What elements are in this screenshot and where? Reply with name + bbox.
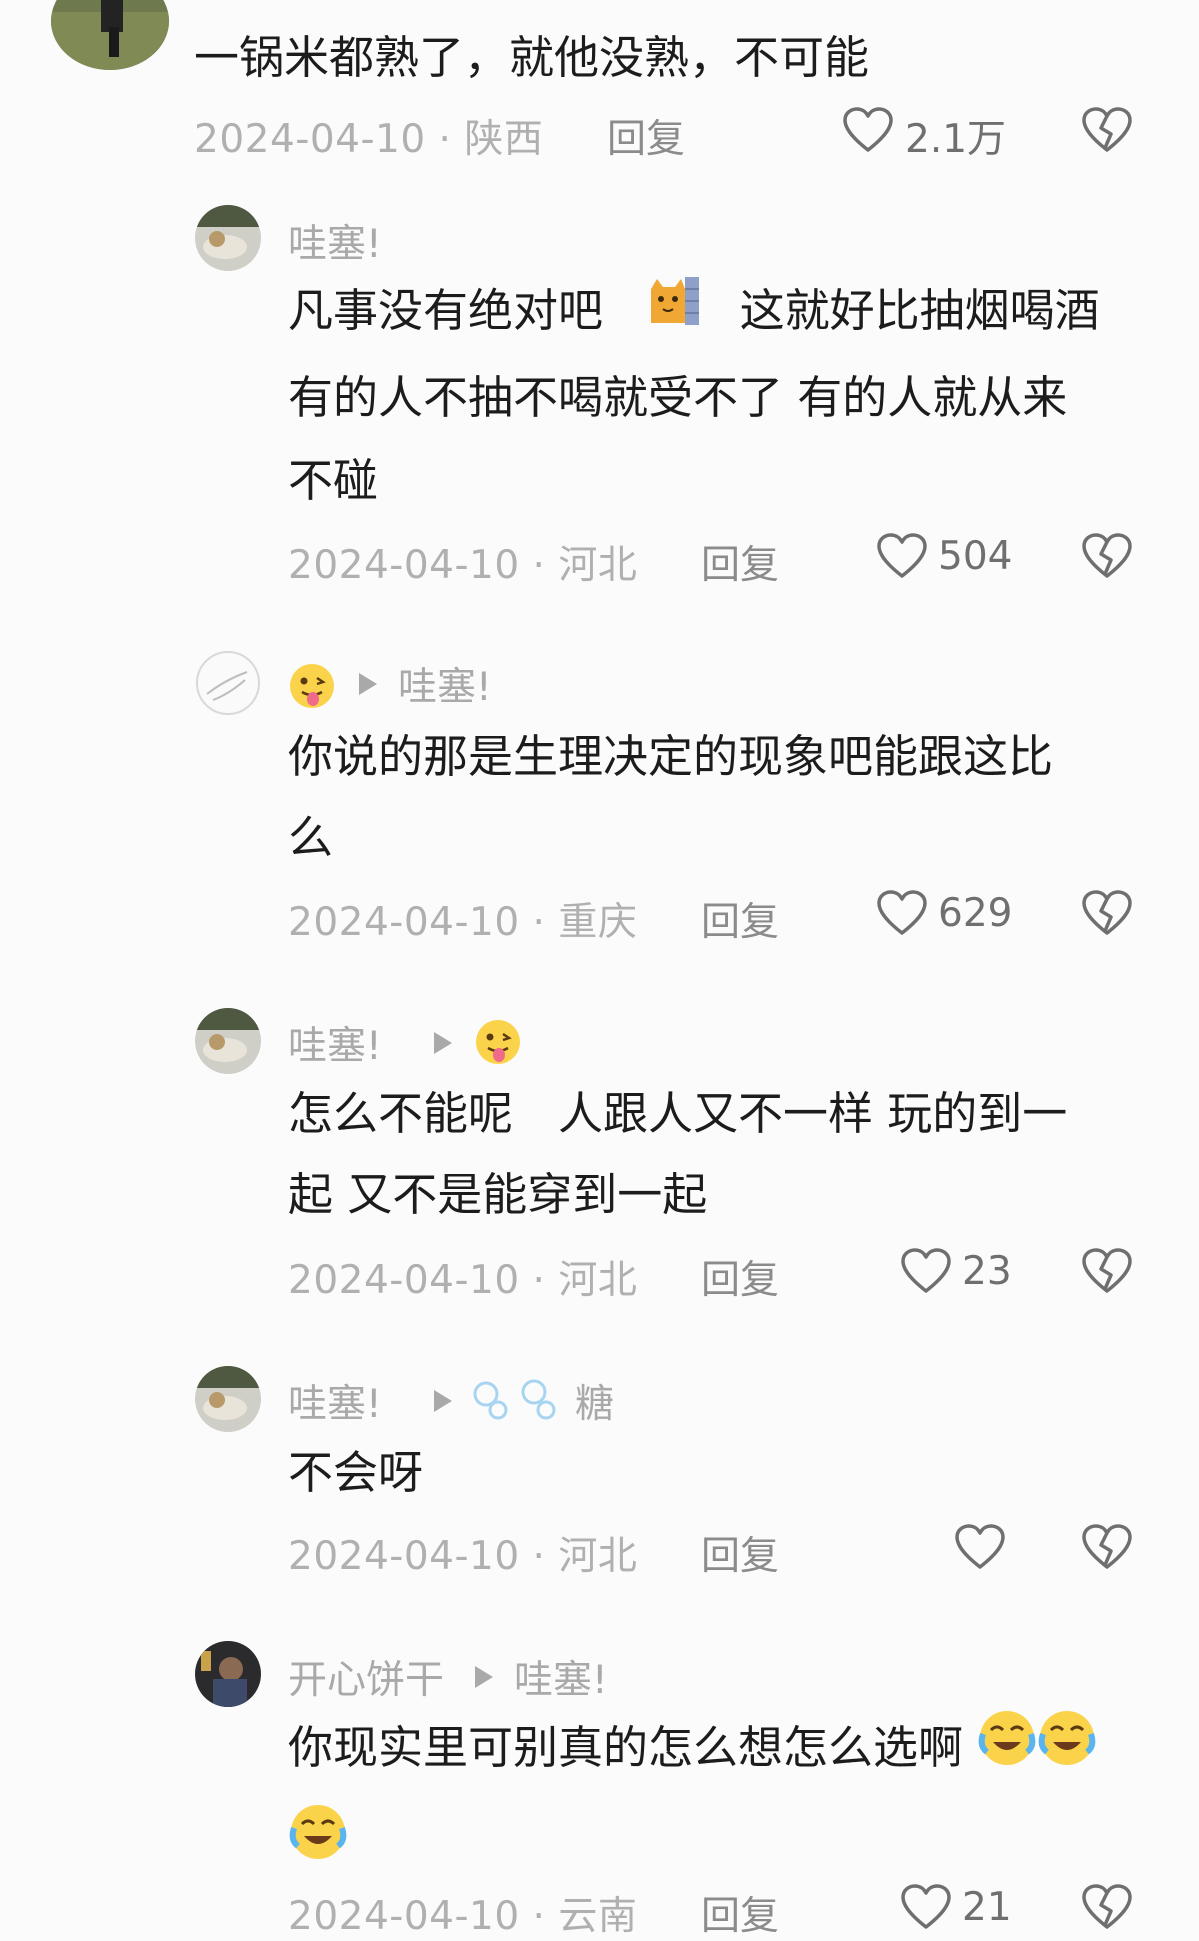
reply-text-line-2: 有的人不抽不喝就受不了 有的人就从来 [288,371,1068,424]
reply-text-part: 凡事没有绝对吧 [288,284,604,337]
like-count: 23 [962,1249,1012,1294]
like-count: 504 [938,534,1013,579]
avatar-reply-1[interactable] [195,205,261,271]
broken-heart-icon[interactable] [1081,889,1133,937]
broken-heart-icon[interactable] [1081,532,1133,580]
reply-to-name[interactable]: 糖 [575,1373,614,1429]
avatar-reply-4[interactable] [195,1366,261,1432]
heart-outline-icon[interactable] [954,1523,1006,1571]
reply-date-location: 2024-04-10 · 河北 [288,1258,638,1303]
reply-date-location: 2024-04-10 · 重庆 [288,900,638,945]
reply-to-name[interactable]: 哇塞! [398,656,492,712]
reply-author-name[interactable]: 哇塞! [288,213,382,269]
reply-button[interactable]: 回复 [607,108,685,164]
heart-outline-icon[interactable] [900,1883,952,1931]
reply-text-line-3: 不碰 [288,454,379,507]
triangle-right-icon [432,1030,454,1056]
reply-date-location: 2024-04-10 · 云南 [288,1894,638,1939]
like-count: 2.1万 [905,117,1007,162]
avatar-reply-2[interactable] [195,650,261,716]
reply-button[interactable]: 回复 [701,891,779,947]
like-count: 629 [938,891,1013,936]
heart-outline-icon[interactable] [876,889,928,937]
reply-to-name[interactable]: 哇塞! [514,1649,608,1705]
tears-of-joy-emoji-icon [977,1708,1037,1794]
comment-text: 一锅米都熟了，就他没熟，不可能 [194,31,870,84]
reply-button[interactable]: 回复 [701,1525,779,1581]
reply-text-part: 这就好比抽烟喝酒 [739,284,1100,337]
heart-outline-icon[interactable] [900,1247,952,1295]
reply-text-line-1: 你现实里可别真的怎么想怎么选啊 [288,1707,1097,1794]
reply-button[interactable]: 回复 [701,1885,779,1941]
cat-wall-emoji-icon [645,273,701,355]
reply-button[interactable]: 回复 [701,534,779,590]
broken-heart-icon[interactable] [1081,1523,1133,1571]
broken-heart-icon[interactable] [1081,1883,1133,1931]
triangle-right-icon [473,1664,495,1690]
reply-button[interactable]: 回复 [701,1249,779,1305]
reply-text-line-1: 凡事没有绝对吧 这就好比抽烟喝酒 [288,270,1100,355]
avatar-reply-3[interactable] [195,1008,261,1074]
reply-text-line-2: 起 又不是能穿到一起 [288,1168,708,1221]
tears-of-joy-emoji-icon [288,1802,348,1866]
reply-text-line-1: 你说的那是生理决定的现象吧能跟这比 [288,730,1054,783]
bubbles-icon [472,1376,572,1428]
broken-heart-icon[interactable] [1081,1247,1133,1295]
heart-outline-icon[interactable] [842,106,894,154]
reply-text-line-2: 么 [288,811,334,864]
heart-outline-icon[interactable] [876,532,928,580]
triangle-right-icon [357,671,379,697]
avatar-reply-5[interactable] [195,1641,261,1707]
reply-date-location: 2024-04-10 · 河北 [288,543,638,588]
reply-author-name[interactable]: 哇塞! [288,1015,382,1071]
avatar-top-comment[interactable] [51,0,169,70]
triangle-right-icon [432,1388,454,1414]
tongue-out-emoji-icon[interactable] [474,1018,522,1070]
reply-text-line-1: 怎么不能呢 人跟人又不一样 玩的到一 [288,1087,1068,1140]
comment-date-location: 2024-04-10 · 陕西 [194,117,544,162]
reply-date-location: 2024-04-10 · 河北 [288,1534,638,1579]
tongue-out-emoji-icon [288,662,336,714]
tears-of-joy-emoji-icon [1037,1708,1097,1794]
broken-heart-icon[interactable] [1081,106,1133,154]
reply-author-name[interactable]: 开心饼干 [288,1649,444,1705]
reply-text-line-1: 不会呀 [288,1446,424,1499]
reply-text-part: 你现实里可别真的怎么想怎么选啊 [288,1721,964,1774]
reply-author-name[interactable]: 哇塞! [288,1373,382,1429]
